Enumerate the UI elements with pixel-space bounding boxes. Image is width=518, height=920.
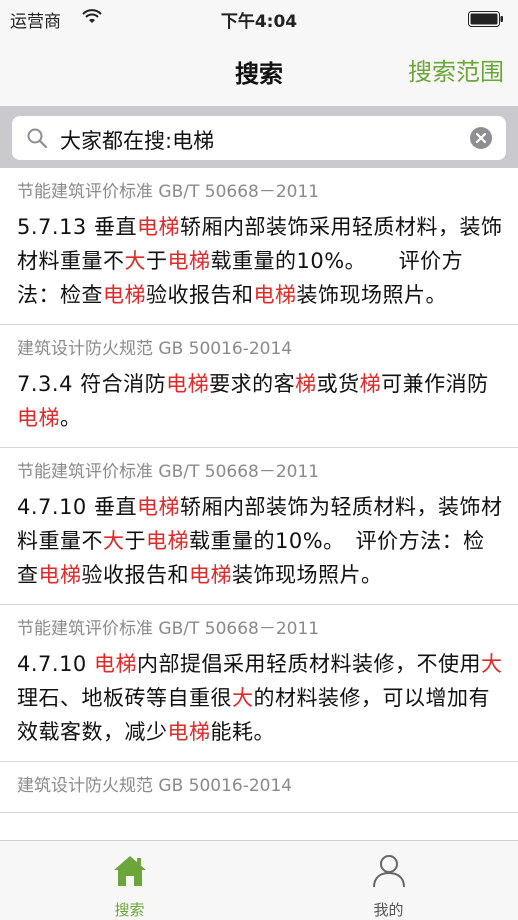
highlight-term: 电梯	[253, 283, 297, 307]
text-run: 验收报告和	[146, 283, 254, 307]
text-run: 内部提倡采用轻质材料装修，不使用	[136, 652, 481, 676]
tab-mine-label: 我的	[373, 901, 404, 919]
highlight-term: 梯	[359, 372, 382, 396]
highlight-term: 电梯	[146, 529, 189, 553]
nav-bar: 搜索 搜索范围	[0, 36, 518, 106]
result-source: 节能建筑评价标准 GB/T 50668－2011	[17, 462, 320, 482]
result-item[interactable]: 节能建筑评价标准 GB/T 50668－2011 4.7.10 电梯内部提倡采用…	[0, 605, 518, 762]
highlight-term: 电梯	[167, 720, 211, 744]
highlight-term: 大	[103, 529, 125, 553]
highlight-term: 电梯	[93, 652, 137, 676]
text-run: 可兼作消防	[381, 372, 489, 396]
text-run: 5.7.13 垂直	[17, 215, 137, 239]
highlight-term: 电梯	[136, 215, 180, 239]
result-text: 5.7.13 垂直电梯轿厢内部装饰采用轻质材料，装饰材料重量不大于电梯载重量的1…	[17, 210, 504, 312]
result-text: 4.7.10 电梯内部提倡采用轻质材料装修，不使用大理石、地板砖等自重很大的材料…	[17, 647, 504, 749]
text-run: 。	[60, 406, 82, 430]
search-bar-container: 大家都在搜:电梯	[0, 106, 518, 168]
highlight-term: 电梯	[166, 372, 210, 396]
highlight-term: 大	[124, 249, 146, 273]
user-icon	[373, 855, 405, 888]
clear-icon[interactable]	[470, 127, 492, 149]
text-run: 4.7.10	[17, 652, 94, 676]
search-scope-button[interactable]: 搜索范围	[408, 52, 504, 87]
tab-mine[interactable]: 我的	[259, 841, 518, 920]
result-item[interactable]: 建筑设计防火规范 GB 50016-2014	[0, 762, 518, 813]
text-run: 4.7.10 垂直	[17, 495, 137, 519]
result-source: 建筑设计防火规范 GB 50016-2014	[17, 339, 293, 359]
highlight-term: 电梯	[38, 563, 82, 587]
status-time: 下午4:04	[220, 12, 298, 32]
home-icon	[114, 856, 146, 886]
tab-search[interactable]: 搜索	[0, 841, 259, 920]
highlight-term: 电梯	[17, 406, 60, 430]
highlight-term: 电梯	[189, 563, 232, 587]
text-run: 验收报告和	[81, 563, 189, 587]
highlight-term: 电梯	[103, 283, 146, 307]
text-run: 于	[124, 529, 146, 553]
result-item[interactable]: 节能建筑评价标准 GB/T 50668－2011 4.7.10 垂直电梯轿厢内部…	[0, 448, 518, 605]
result-text: 4.7.10 垂直电梯轿厢内部装饰为轻质材料，装饰材料重量不大于电梯载重量的10…	[17, 490, 504, 592]
search-icon	[27, 128, 48, 149]
result-source: 节能建筑评价标准 GB/T 50668－2011	[17, 182, 320, 202]
highlight-term: 电梯	[136, 495, 180, 519]
highlight-term: 大	[480, 652, 503, 676]
text-run: 能耗。	[210, 720, 275, 744]
text-run: 装饰现场照片。	[232, 563, 383, 587]
search-input[interactable]: 大家都在搜:电梯	[12, 116, 506, 160]
tab-search-label: 搜索	[114, 901, 145, 919]
highlight-term: 大	[232, 686, 254, 710]
battery-icon	[468, 11, 503, 27]
result-source: 建筑设计防火规范 GB 50016-2014	[17, 776, 293, 796]
status-bar: 运营商 下午4:04	[0, 0, 518, 36]
search-query: 大家都在搜:电梯	[60, 129, 215, 153]
result-text: 7.3.4 符合消防电梯要求的客梯或货梯可兼作消防电梯。	[17, 367, 504, 435]
result-source: 节能建筑评价标准 GB/T 50668－2011	[17, 619, 320, 639]
text-run: 或货	[316, 372, 360, 396]
text-run: 于	[146, 249, 168, 273]
text-run: 装饰现场照片。	[296, 283, 447, 307]
results-list: 节能建筑评价标准 GB/T 50668－2011 5.7.13 垂直电梯轿厢内部…	[0, 168, 518, 840]
highlight-term: 电梯	[167, 249, 211, 273]
text-run: 理石、地板砖等自重很	[17, 686, 232, 710]
result-item[interactable]: 建筑设计防火规范 GB 50016-2014 7.3.4 符合消防电梯要求的客梯…	[0, 325, 518, 448]
result-item[interactable]: 节能建筑评价标准 GB/T 50668－2011 5.7.13 垂直电梯轿厢内部…	[0, 168, 518, 325]
text-run: 7.3.4 符合消防	[17, 372, 167, 396]
highlight-term: 梯	[295, 372, 317, 396]
text-run: 要求的客	[209, 372, 296, 396]
tab-bar: 搜索 我的	[0, 840, 518, 920]
